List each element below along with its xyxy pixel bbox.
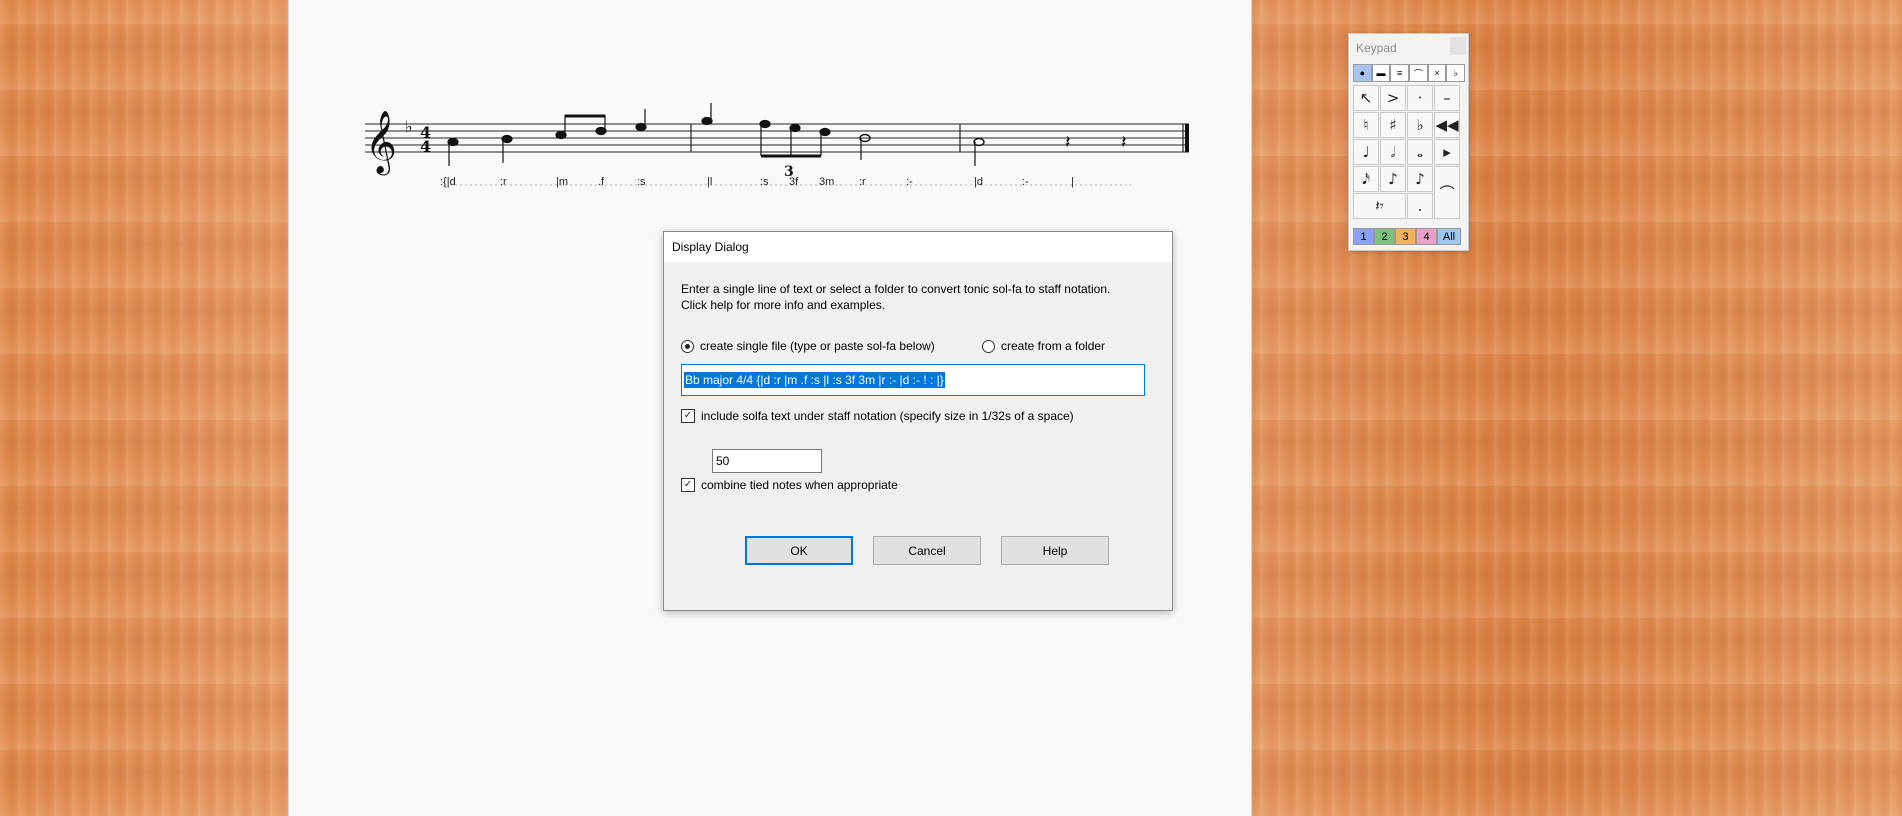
solfa-token: :r: [500, 176, 507, 188]
cancel-button[interactable]: Cancel: [873, 536, 981, 565]
solfa-token: |m: [556, 176, 569, 188]
combine-tied-label[interactable]: combine tied notes when appropriate: [701, 478, 898, 492]
voice-all-button[interactable]: All: [1437, 228, 1461, 245]
solfa-token: .f: [598, 176, 605, 188]
include-solfa-checkbox-row[interactable]: ✓ include solfa text under staff notatio…: [681, 409, 1074, 423]
sharp-icon[interactable]: ♯: [1380, 112, 1406, 138]
display-dialog: Display Dialog Enter a single line of te…: [663, 231, 1173, 611]
keypad-title[interactable]: Keypad: [1356, 41, 1397, 55]
dot-icon[interactable]: .: [1407, 193, 1433, 219]
solfa-size-input[interactable]: 50: [712, 449, 822, 473]
half-note-icon[interactable]: 𝅗𝅥: [1380, 139, 1406, 165]
whole-note-icon[interactable]: 𝅝: [1407, 139, 1433, 165]
eighth-note-icon[interactable]: ♪: [1380, 166, 1406, 192]
voice-1-button[interactable]: 1: [1353, 228, 1374, 245]
staff-notation: 𝄞 ♭ 4 4 3 𝄽 𝄽: [365, 103, 1189, 186]
time-sig-bottom: 4: [420, 137, 431, 156]
dialog-description: Enter a single line of text or select a …: [681, 281, 1161, 313]
help-button[interactable]: Help: [1001, 536, 1109, 565]
solfa-token: :r: [859, 176, 866, 188]
rewind-icon[interactable]: ◀◀: [1434, 112, 1460, 138]
tie-icon[interactable]: ⌒: [1434, 166, 1460, 219]
dialog-title[interactable]: Display Dialog: [664, 232, 1172, 262]
keypad-close-button[interactable]: [1450, 37, 1466, 55]
radio-single-button[interactable]: [681, 339, 694, 353]
voice-3-button[interactable]: 3: [1395, 228, 1416, 245]
solfa-token: :{|d: [440, 176, 456, 188]
combine-tied-checkbox-row[interactable]: ✓ combine tied notes when appropriate: [681, 478, 898, 492]
include-solfa-label[interactable]: include solfa text under staff notation …: [701, 409, 1074, 423]
description-line-2: Click help for more info and examples.: [681, 298, 886, 312]
ok-button[interactable]: OK: [745, 536, 853, 565]
quarter-rest-2: 𝄽: [1121, 132, 1127, 153]
combine-tied-checkbox[interactable]: ✓: [681, 478, 695, 492]
quarter-note-icon[interactable]: ♩: [1353, 139, 1379, 165]
solfa-input-selected-text[interactable]: Bb major 4/4 {|d :r |m .f :s |l :s 3f 3m…: [684, 372, 945, 388]
keypad-voices: 1 2 3 4 All: [1353, 228, 1461, 245]
voice-2-button[interactable]: 2: [1374, 228, 1395, 245]
quarter-rest-1: 𝄽: [1065, 132, 1071, 153]
solfa-token: 3f: [789, 176, 799, 188]
keypad-tab-jazz-icon[interactable]: ×: [1427, 64, 1447, 82]
keypad-tab-beams-icon[interactable]: ≡: [1390, 64, 1410, 82]
solfa-token: :s: [760, 176, 769, 188]
eighth-flag-icon[interactable]: ♪: [1407, 166, 1433, 192]
solfa-token: |d: [974, 176, 983, 188]
radio-folder-button[interactable]: [982, 339, 995, 353]
key-flat: ♭: [405, 117, 413, 136]
solfa-token: :s: [637, 176, 646, 188]
keypad-tab-more-notes-icon[interactable]: ▬: [1371, 64, 1391, 82]
sixteenth-note-icon[interactable]: 𝅘𝅥𝅯: [1353, 166, 1379, 192]
keypad-tab-articulations-icon[interactable]: ⌒: [1409, 64, 1428, 82]
pointer-icon[interactable]: ↖: [1353, 85, 1379, 111]
accent-icon[interactable]: >: [1380, 85, 1406, 111]
staccato-icon[interactable]: ·: [1407, 85, 1433, 111]
keypad-palette: Keypad ● ▬ ≡ ⌒ × ♭ ↖ > · – ♮ ♯ ♭ ◀◀ ♩ 𝅗𝅥…: [1348, 33, 1469, 251]
include-solfa-checkbox[interactable]: ✓: [681, 409, 695, 423]
radio-single-file[interactable]: create single file (type or paste sol-fa…: [681, 339, 935, 353]
keypad-tab-accidentals-icon[interactable]: ♭: [1446, 64, 1466, 82]
natural-icon[interactable]: ♮: [1353, 112, 1379, 138]
voice-4-button[interactable]: 4: [1416, 228, 1437, 245]
solfa-token: :-: [906, 176, 913, 188]
tenuto-icon[interactable]: –: [1434, 85, 1460, 111]
solfa-token: |: [1071, 176, 1074, 188]
keypad-tab-common-icon[interactable]: ●: [1353, 64, 1372, 82]
radio-from-folder[interactable]: create from a folder: [982, 339, 1105, 353]
solfa-token: |l: [707, 176, 713, 188]
solfa-token: 3m: [819, 176, 835, 188]
play-icon[interactable]: ▸: [1434, 139, 1460, 165]
rest-icon[interactable]: 𝄽𝄾: [1353, 193, 1406, 219]
radio-single-label[interactable]: create single file (type or paste sol-fa…: [700, 339, 935, 353]
flat-icon[interactable]: ♭: [1407, 112, 1433, 138]
radio-folder-label[interactable]: create from a folder: [1001, 339, 1105, 353]
solfa-input[interactable]: Bb major 4/4 {|d :r |m .f :s |l :s 3f 3m…: [681, 364, 1145, 396]
treble-clef: 𝄞: [365, 110, 397, 176]
description-line-1: Enter a single line of text or select a …: [681, 282, 1111, 296]
solfa-token: :-: [1022, 176, 1029, 188]
keypad-tabs: ● ▬ ≡ ⌒ × ♭: [1353, 64, 1466, 82]
